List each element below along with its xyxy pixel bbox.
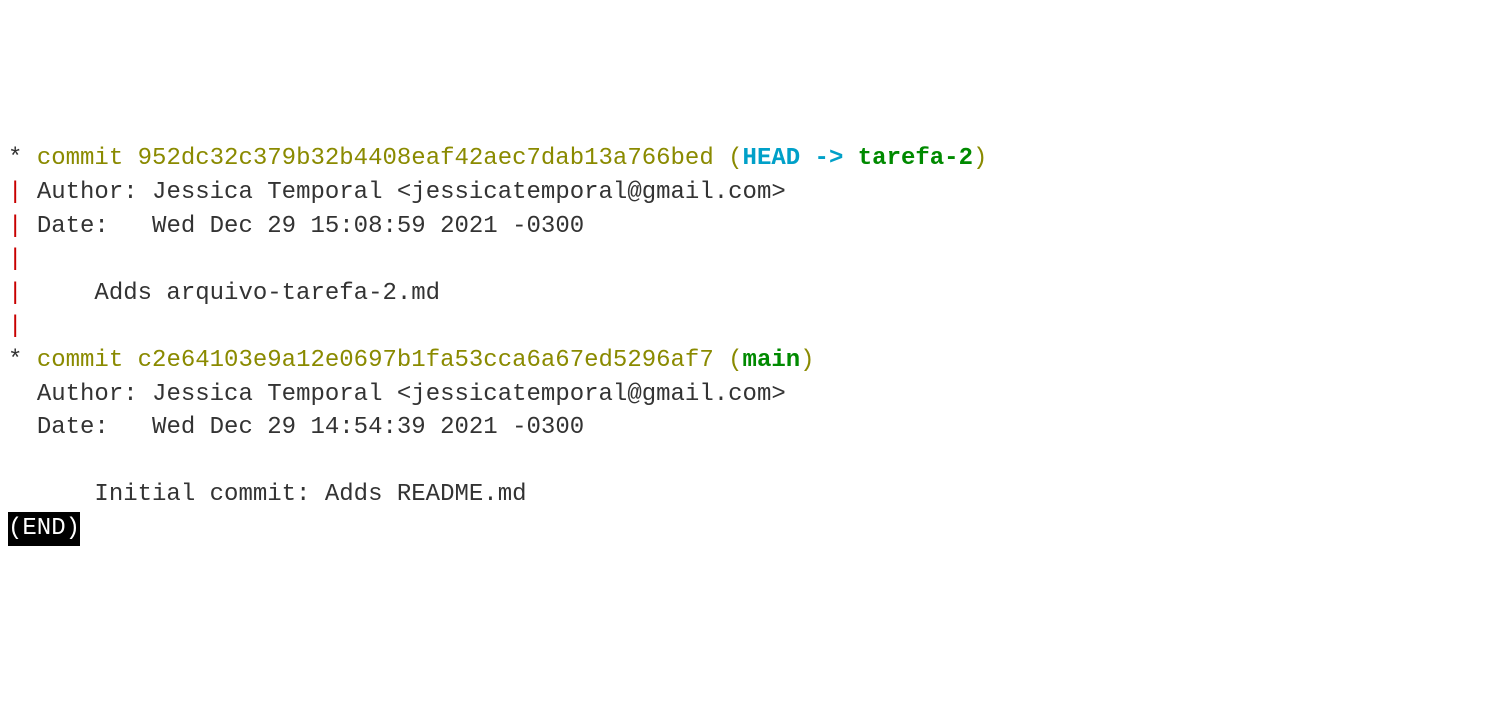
graph-star: * bbox=[8, 145, 22, 172]
graph-pipe: | bbox=[8, 179, 22, 206]
refs-open-paren: ( bbox=[728, 347, 742, 374]
commit-hash: c2e64103e9a12e0697b1fa53cca6a67ed5296af7 bbox=[138, 347, 714, 374]
commit-keyword: commit bbox=[37, 145, 123, 172]
author-line: Author: Jessica Temporal <jessicatempora… bbox=[8, 378, 1486, 412]
date-line: | Date: Wed Dec 29 15:08:59 2021 -0300 bbox=[8, 210, 1486, 244]
refs-close-paren: ) bbox=[800, 347, 814, 374]
message-line: | Adds arquivo-tarefa-2.md bbox=[8, 277, 1486, 311]
graph-pipe: | bbox=[8, 313, 22, 340]
graph-star: * bbox=[8, 347, 22, 374]
commit-header-line: * commit c2e64103e9a12e0697b1fa53cca6a67… bbox=[8, 344, 1486, 378]
graph-pipe: | bbox=[8, 213, 22, 240]
commit-message: Initial commit: Adds README.md bbox=[94, 481, 526, 508]
commit-hash: 952dc32c379b32b4408eaf42aec7dab13a766bed bbox=[138, 145, 714, 172]
git-log-output: * commit 952dc32c379b32b4408eaf42aec7dab… bbox=[8, 142, 1486, 545]
blank-line: | bbox=[8, 243, 1486, 277]
commit-keyword: commit bbox=[37, 347, 123, 374]
branch-ref: tarefa-2 bbox=[858, 145, 973, 172]
date-value: Wed Dec 29 15:08:59 2021 -0300 bbox=[152, 213, 584, 240]
graph-pipe: | bbox=[8, 280, 22, 307]
commit-header-line: * commit 952dc32c379b32b4408eaf42aec7dab… bbox=[8, 142, 1486, 176]
author-value: Jessica Temporal <jessicatemporal@gmail.… bbox=[152, 179, 786, 206]
commit-message: Adds arquivo-tarefa-2.md bbox=[94, 280, 440, 307]
head-ref: HEAD -> bbox=[743, 145, 858, 172]
blank-line: | bbox=[8, 310, 1486, 344]
refs-open-paren: ( bbox=[728, 145, 742, 172]
branch-ref: main bbox=[743, 347, 801, 374]
author-label: Author: bbox=[37, 179, 138, 206]
date-value: Wed Dec 29 14:54:39 2021 -0300 bbox=[152, 414, 584, 441]
author-value: Jessica Temporal <jessicatemporal@gmail.… bbox=[152, 381, 786, 408]
date-label: Date: bbox=[37, 414, 109, 441]
author-label: Author: bbox=[37, 381, 138, 408]
refs-close-paren: ) bbox=[973, 145, 987, 172]
date-label: Date: bbox=[37, 213, 109, 240]
graph-pipe: | bbox=[8, 246, 22, 273]
date-line: Date: Wed Dec 29 14:54:39 2021 -0300 bbox=[8, 411, 1486, 445]
author-line: | Author: Jessica Temporal <jessicatempo… bbox=[8, 176, 1486, 210]
message-line: Initial commit: Adds README.md bbox=[8, 478, 1486, 512]
blank-line bbox=[8, 445, 1486, 479]
pager-end-marker[interactable]: (END) bbox=[8, 512, 80, 546]
